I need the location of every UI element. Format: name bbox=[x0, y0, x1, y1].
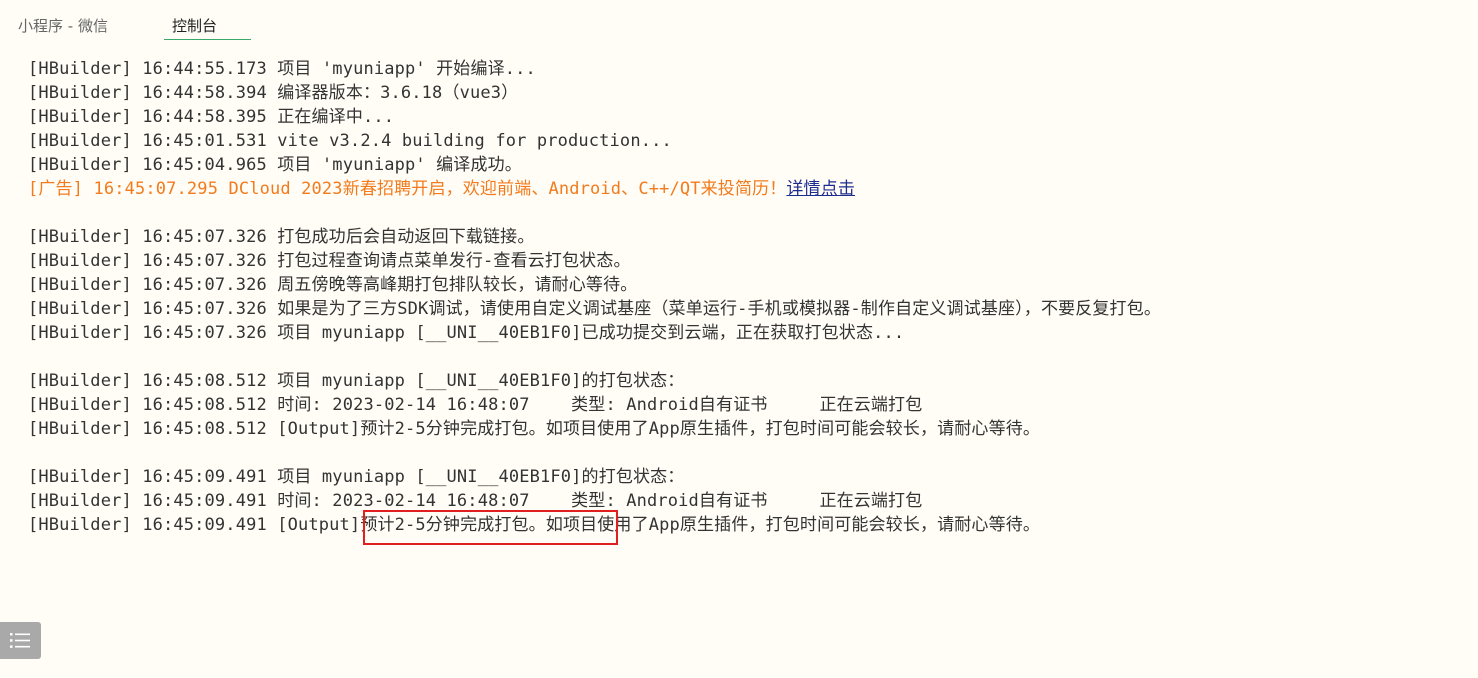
console-window: 小程序 - 微信 控制台 [HBuilder] 16:44:55.173 项目 … bbox=[0, 0, 1478, 678]
ad-details-link[interactable]: 详情点击 bbox=[786, 179, 855, 199]
console-line: [HBuilder] 16:45:08.512 时间: 2023-02-14 1… bbox=[28, 395, 923, 415]
ad-text: [广告] 16:45:07.295 DCloud 2023新春招聘开启，欢迎前端… bbox=[28, 179, 787, 199]
console-line: [HBuilder] 16:45:09.491 [Output]预计2-5分钟完… bbox=[28, 515, 1041, 535]
console-line: [HBuilder] 16:45:07.326 项目 myuniapp [__U… bbox=[28, 323, 905, 343]
tab-miniprogram-wechat[interactable]: 小程序 - 微信 bbox=[18, 0, 108, 40]
menu-button[interactable] bbox=[0, 622, 41, 659]
console-line: [HBuilder] 16:44:58.394 编译器版本：3.6.18（vue… bbox=[28, 83, 519, 103]
console-output: [HBuilder] 16:44:55.173 项目 'myuniapp' 开始… bbox=[28, 57, 1458, 617]
console-line: [HBuilder] 16:45:07.326 打包过程查询请点菜单发行-查看云… bbox=[28, 251, 631, 271]
console-line: [HBuilder] 16:45:08.512 项目 myuniapp [__U… bbox=[28, 371, 685, 391]
tab-bar: 小程序 - 微信 控制台 bbox=[0, 0, 1478, 44]
console-line: [HBuilder] 16:45:04.965 项目 'myuniapp' 编译… bbox=[28, 155, 522, 175]
console-line: [HBuilder] 16:45:09.491 时间: 2023-02-14 1… bbox=[28, 491, 923, 511]
console-line: [HBuilder] 16:45:08.512 [Output]预计2-5分钟完… bbox=[28, 419, 1041, 439]
console-line: [HBuilder] 16:45:09.491 项目 myuniapp [__U… bbox=[28, 467, 685, 487]
tab-console[interactable]: 控制台 bbox=[164, 0, 251, 40]
console-line: [HBuilder] 16:44:58.395 正在编译中... bbox=[28, 107, 395, 127]
console-line: [HBuilder] 16:45:07.326 打包成功后会自动返回下载链接。 bbox=[28, 227, 535, 247]
ad-line: [广告] 16:45:07.295 DCloud 2023新春招聘开启，欢迎前端… bbox=[28, 177, 1458, 201]
list-menu-icon bbox=[10, 633, 30, 648]
console-line: [HBuilder] 16:45:07.326 如果是为了三方SDK调试，请使用… bbox=[28, 299, 1162, 319]
console-line: [HBuilder] 16:45:07.326 周五傍晚等高峰期打包排队较长，请… bbox=[28, 275, 638, 295]
console-line: [HBuilder] 16:44:55.173 项目 'myuniapp' 开始… bbox=[28, 59, 536, 79]
console-line: [HBuilder] 16:45:01.531 vite v3.2.4 buil… bbox=[28, 131, 672, 151]
